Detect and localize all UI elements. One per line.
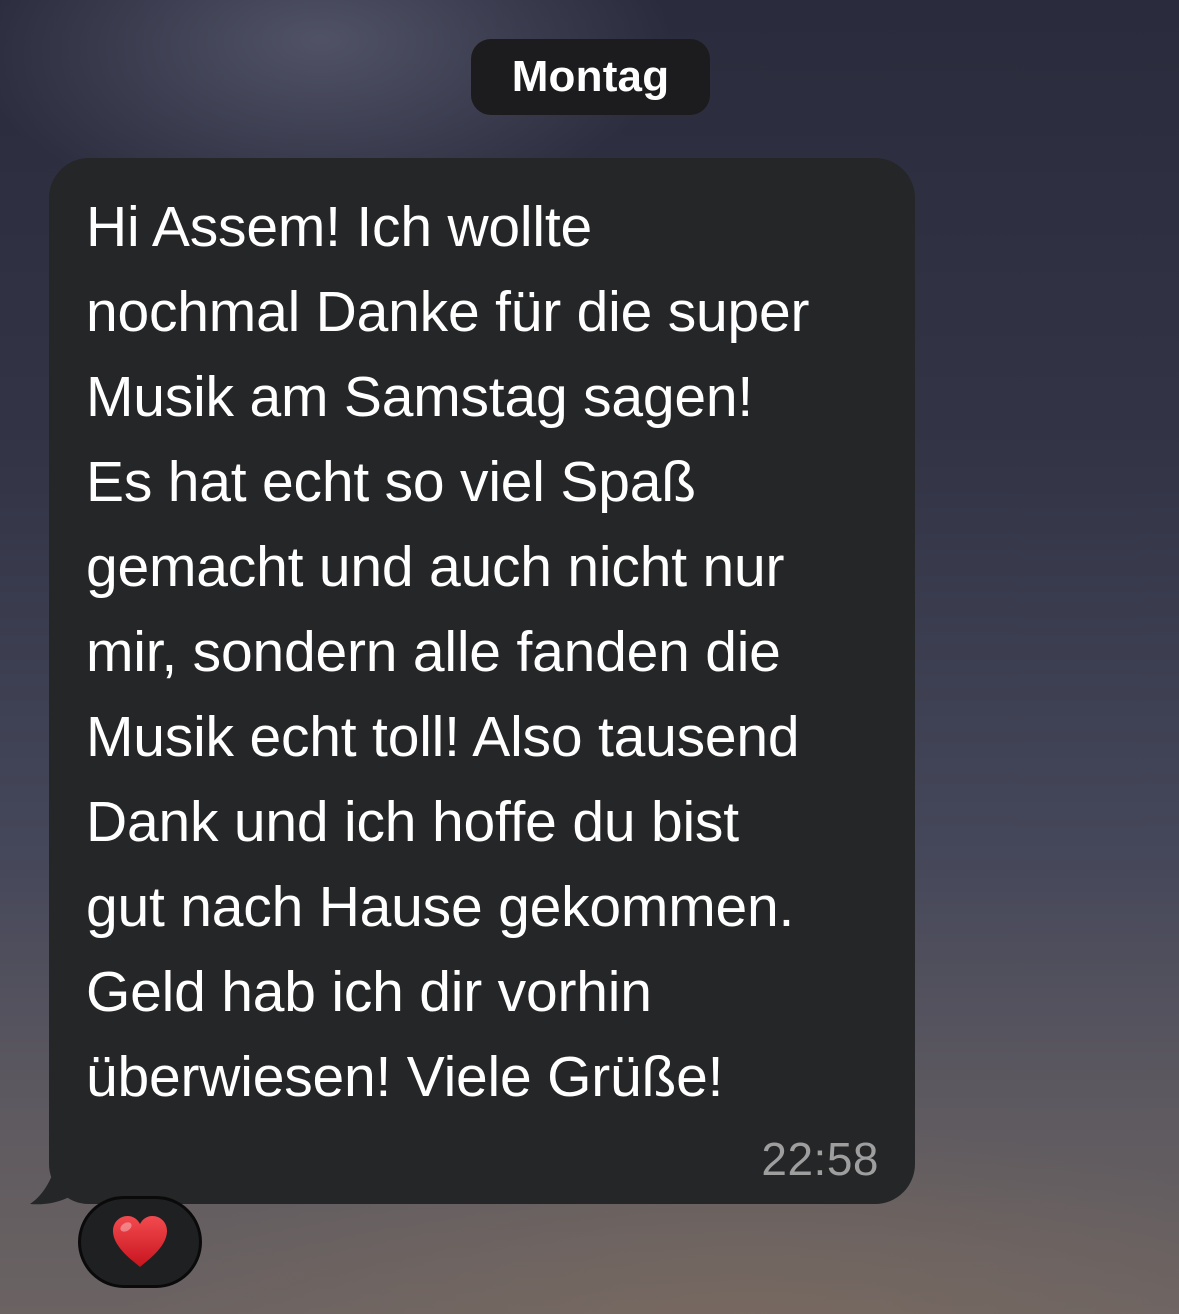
- date-separator-label: Montag: [511, 52, 670, 101]
- message-text: Hi Assem! Ich wollte nochmal Danke für d…: [86, 195, 810, 1109]
- red-heart-icon: [113, 1216, 167, 1267]
- reaction-badge[interactable]: [78, 1196, 202, 1288]
- chat-view: Montag Hi Assem! Ich wollte nochmal Dank…: [0, 0, 1179, 1314]
- message-timestamp: 22:58: [761, 1133, 879, 1185]
- date-separator: Montag: [471, 39, 710, 115]
